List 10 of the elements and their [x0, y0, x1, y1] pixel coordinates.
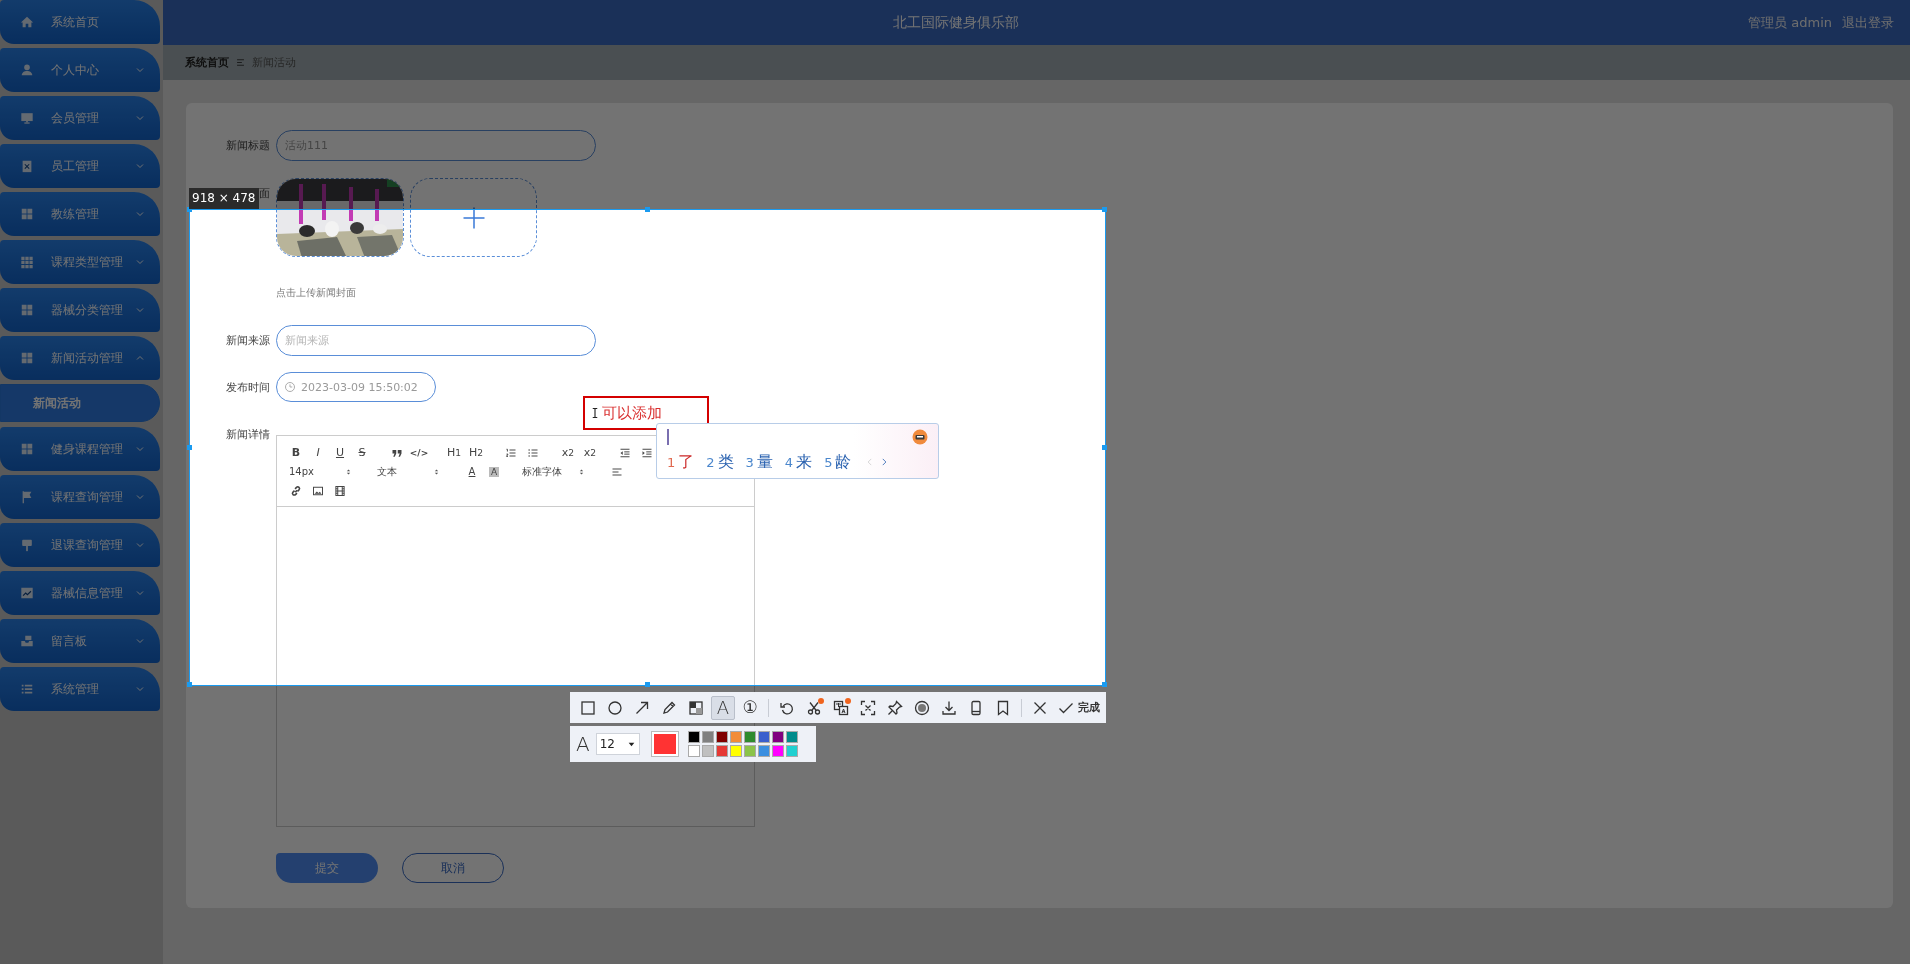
field-label: 新闻标题	[226, 139, 270, 152]
field-label: 面	[259, 187, 270, 200]
field-label: 新闻来源	[226, 334, 270, 347]
app-title: 北工国际健身俱乐部	[891, 13, 1020, 32]
field-label: 新闻详情	[226, 428, 270, 441]
user-label: 管理员 admin	[1748, 13, 1832, 32]
field-label: 发布时间	[226, 381, 270, 394]
font-size-label: A	[576, 732, 590, 756]
upload-hint: 点击上传新闻封面	[276, 286, 357, 300]
size-label: 918 × 478	[189, 188, 259, 209]
